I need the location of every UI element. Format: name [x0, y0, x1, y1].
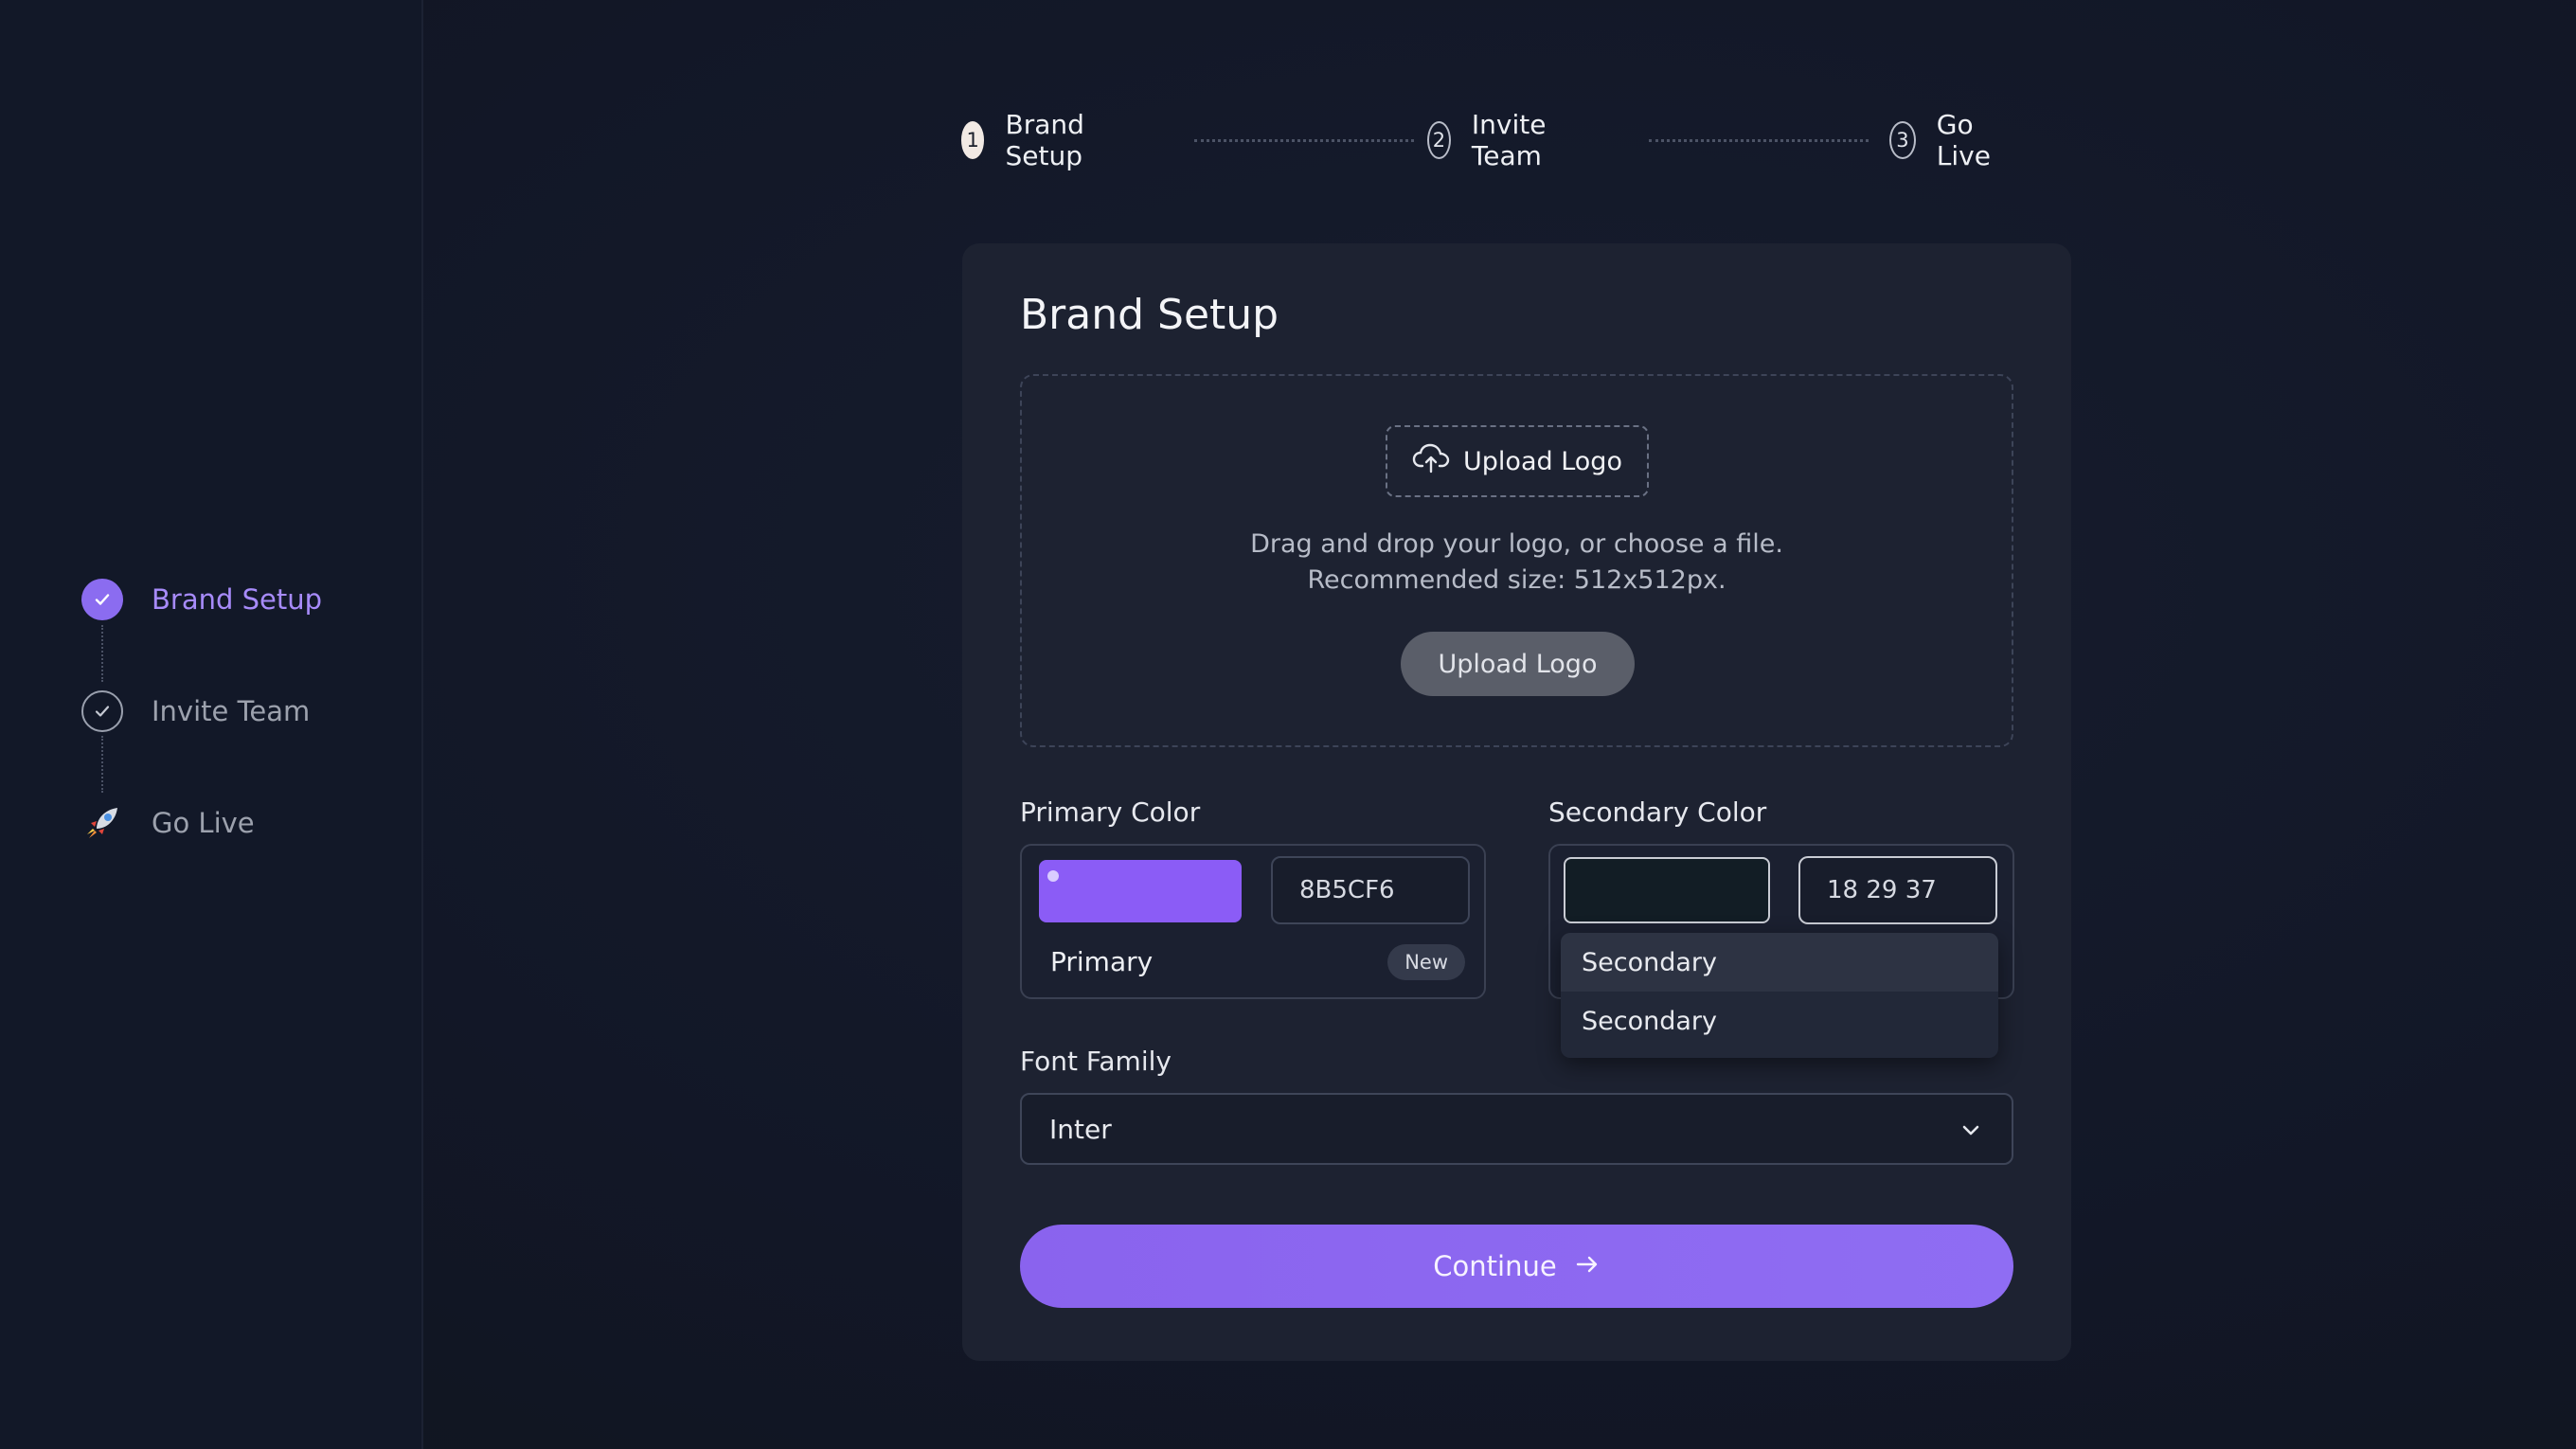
step-label: Invite Team [1471, 109, 1547, 171]
step-number: 2 [1427, 121, 1451, 159]
chevron-down-icon [1959, 1118, 1983, 1149]
app-root: Brand Setup Invite Team Go Live 1 Brand … [0, 0, 2576, 1449]
sidebar-item-label: Brand Setup [152, 583, 323, 616]
sidebar-item-label: Go Live [152, 807, 255, 839]
primary-color-label: Primary Color [1020, 796, 1201, 828]
dropdown-option[interactable]: Secondary [1561, 933, 1998, 992]
primary-color-caption: Primary [1050, 946, 1154, 977]
sidebar-item-label: Invite Team [152, 695, 311, 727]
arrow-right-icon [1574, 1250, 1601, 1282]
stepper-step-go-live[interactable]: 3 Go Live [1889, 109, 2002, 171]
new-badge: New [1387, 944, 1465, 980]
upload-logo-button[interactable]: Upload Logo [1401, 632, 1635, 696]
secondary-color-label: Secondary Color [1548, 796, 1767, 828]
step-label: Go Live [1936, 109, 1991, 171]
sidebar-connector [101, 625, 103, 682]
brand-setup-card: Brand Setup Upload Logo Drag and drop yo… [962, 243, 2071, 1361]
continue-label: Continue [1433, 1250, 1557, 1282]
dropzone-hint: Drag and drop your logo, or choose a fil… [1250, 529, 1783, 559]
primary-hex-input[interactable]: 8B5CF6 [1271, 856, 1470, 924]
stepper-step-brand-setup[interactable]: 1 Brand Setup [961, 109, 1099, 171]
sidebar: Brand Setup Invite Team Go Live [0, 0, 423, 1449]
secondary-rgb-input[interactable]: 18 29 37 [1798, 856, 1997, 924]
font-family-label: Font Family [1020, 1046, 1172, 1077]
step-label: Brand Setup [1005, 109, 1084, 171]
secondary-color-dropdown: Secondary Secondary [1561, 933, 1998, 1058]
upload-chip-label: Upload Logo [1463, 446, 1622, 476]
primary-color-swatch[interactable] [1039, 860, 1242, 922]
sidebar-item-go-live[interactable]: Go Live [81, 802, 255, 844]
sidebar-connector [101, 736, 103, 793]
logo-dropzone[interactable]: Upload Logo Drag and drop your logo, or … [1020, 374, 2013, 747]
stepper-connector [1649, 139, 1869, 142]
stepper-step-invite-team[interactable]: 2 Invite Team [1427, 109, 1561, 171]
dropdown-option[interactable]: Secondary [1561, 992, 1998, 1050]
font-family-value: Inter [1049, 1113, 1112, 1145]
step-number: 3 [1889, 121, 1916, 159]
font-family-select[interactable]: Inter [1020, 1093, 2013, 1165]
cloud-upload-icon [1412, 443, 1450, 480]
check-outline-icon [81, 690, 123, 732]
continue-button[interactable]: Continue [1020, 1225, 2013, 1308]
stepper-connector [1194, 139, 1414, 142]
step-number: 1 [961, 121, 985, 159]
check-icon [81, 579, 123, 620]
sidebar-item-invite-team[interactable]: Invite Team [81, 690, 310, 732]
upload-logo-chip[interactable]: Upload Logo [1386, 425, 1649, 497]
rocket-icon [81, 802, 123, 844]
dropzone-size-hint: Recommended size: 512x512px. [1307, 565, 1726, 595]
sidebar-item-brand-setup[interactable]: Brand Setup [81, 579, 322, 620]
eyedropper-icon [1047, 870, 1059, 882]
primary-color-picker: 8B5CF6 Primary New [1020, 844, 1486, 999]
card-title: Brand Setup [1020, 291, 1279, 339]
secondary-color-swatch[interactable] [1564, 857, 1770, 923]
